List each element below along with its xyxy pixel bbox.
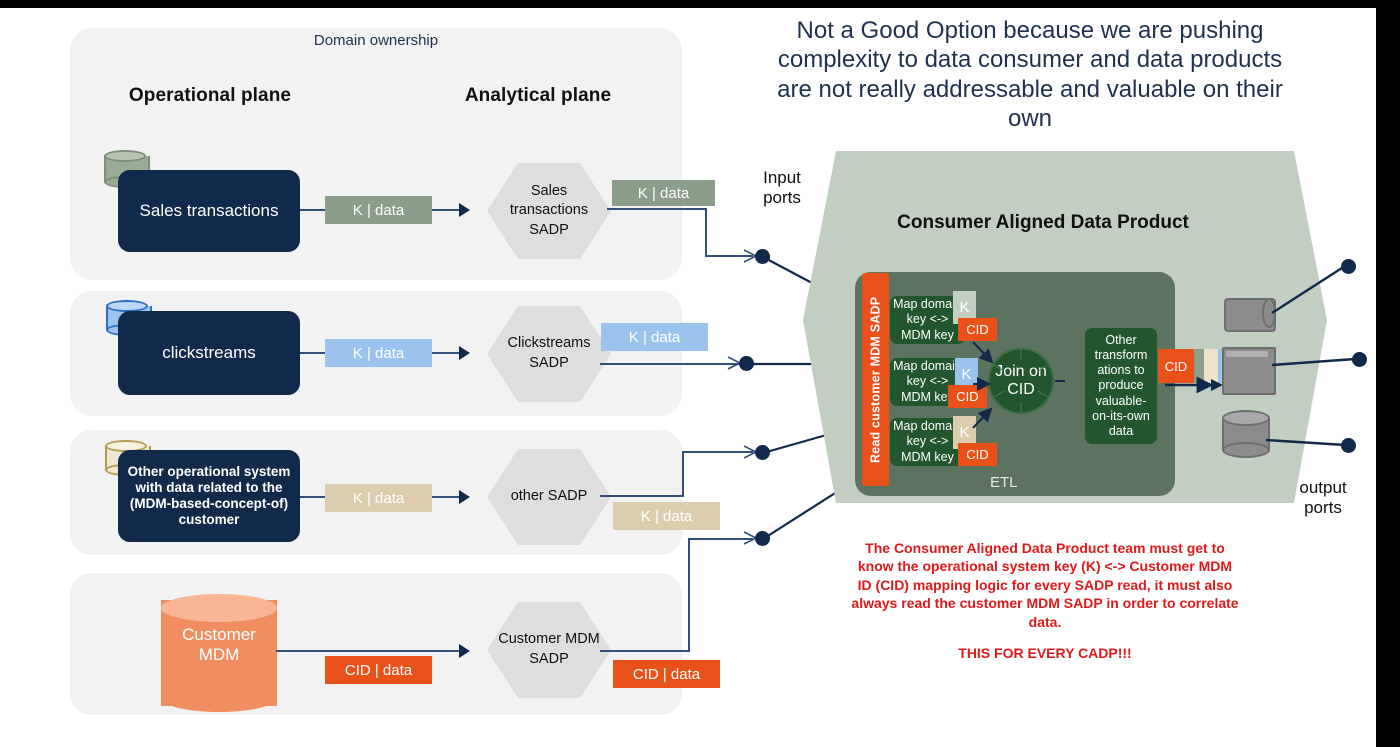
chip-k-data-in-3: K | data <box>325 484 432 512</box>
cid-badge-3: CID <box>958 443 997 466</box>
output-ports-label: output ports <box>1299 478 1347 518</box>
chip-label: K | data <box>352 489 405 507</box>
sadp-label: Customer MDM SADP <box>498 631 600 667</box>
flow-line <box>276 650 464 652</box>
warning-emphasis: THIS FOR EVERY CADP!!! <box>958 645 1132 661</box>
sadp-label: other SADP <box>510 488 588 505</box>
input-ports-label: Input ports <box>763 168 801 208</box>
headline-text: Not a Good Option because we are pushing… <box>777 17 1283 132</box>
flow-line <box>705 208 707 256</box>
join-on-cid-node[interactable]: Join on CID <box>988 348 1054 414</box>
arrow-head <box>459 644 470 658</box>
cid-badge-1: CID <box>958 318 997 341</box>
chip-k-data-out-2: K | data <box>601 323 708 351</box>
output-strip-sage <box>1194 349 1204 383</box>
source-label: Sales transactions <box>139 200 279 220</box>
flow-line <box>607 208 707 210</box>
source-label: Other operational system with data relat… <box>127 463 291 528</box>
chip-label: K | data <box>352 344 405 362</box>
chip-label: K | data <box>640 507 693 525</box>
other-transformations-card[interactable]: Other transform ations to produce valuab… <box>1085 328 1157 444</box>
panel-title: Domain ownership <box>313 32 439 49</box>
analytical-plane-heading: Analytical plane <box>464 85 612 106</box>
input-port-dot-1[interactable] <box>755 249 770 264</box>
source-box-other[interactable]: Other operational system with data relat… <box>118 450 300 542</box>
chip-cid-data-out-4: CID | data <box>613 660 720 688</box>
table-icon-headerbar <box>1226 351 1268 357</box>
source-label-mdm: Customer MDM <box>182 625 256 665</box>
sadp-label: Clickstreams SADP <box>507 335 591 371</box>
output-strip-cream <box>1204 349 1218 383</box>
output-port-icon-database[interactable] <box>1222 410 1270 458</box>
source-box-clickstreams[interactable]: clickstreams <box>118 311 300 395</box>
warning-text: The Consumer Aligned Data Product team m… <box>851 540 1239 630</box>
arrow-head <box>459 203 470 217</box>
chip-k-data-in-1: K | data <box>325 196 432 224</box>
flow-line <box>600 650 690 652</box>
output-port-dot-2[interactable] <box>1352 352 1367 367</box>
read-customer-mdm-sadp-bar[interactable]: Read customer MDM SADP <box>862 273 889 486</box>
chip-label: CID | data <box>344 661 413 679</box>
chip-label: K | data <box>352 201 405 219</box>
arrow-head <box>459 346 470 360</box>
diagram-canvas: Not a Good Option because we are pushing… <box>0 8 1376 747</box>
etl-label: ETL <box>990 474 1018 491</box>
input-port-dot-2[interactable] <box>739 356 754 371</box>
output-port-icon-stream-end <box>1262 298 1276 328</box>
chip-label: CID | data <box>632 665 701 683</box>
input-port-dot-3[interactable] <box>755 445 770 460</box>
arrow-head <box>459 490 470 504</box>
output-port-dot-3[interactable] <box>1341 438 1356 453</box>
source-box-sales[interactable]: Sales transactions <box>118 170 300 252</box>
sadp-label: Sales transactions SADP <box>509 182 589 238</box>
flow-line <box>688 538 690 652</box>
output-cid-badge: CID <box>1158 349 1194 383</box>
chip-label: K | data <box>628 328 681 346</box>
flow-line <box>682 451 684 497</box>
cadp-title: Consumer Aligned Data Product <box>897 212 1189 233</box>
chip-k-data-in-2: K | data <box>325 339 432 367</box>
source-label: clickstreams <box>162 342 256 362</box>
chip-cid-data-in-4: CID | data <box>325 656 432 684</box>
output-port-dot-1[interactable] <box>1341 259 1356 274</box>
chip-k-data-out-3: K | data <box>613 502 720 530</box>
operational-plane-heading: Operational plane <box>128 85 292 106</box>
chip-label: K | data <box>637 184 690 202</box>
chip-k-data-out-1: K | data <box>612 180 715 206</box>
flow-line <box>600 495 684 497</box>
input-port-dot-4[interactable] <box>755 531 770 546</box>
cid-badge-2: CID <box>948 385 987 408</box>
